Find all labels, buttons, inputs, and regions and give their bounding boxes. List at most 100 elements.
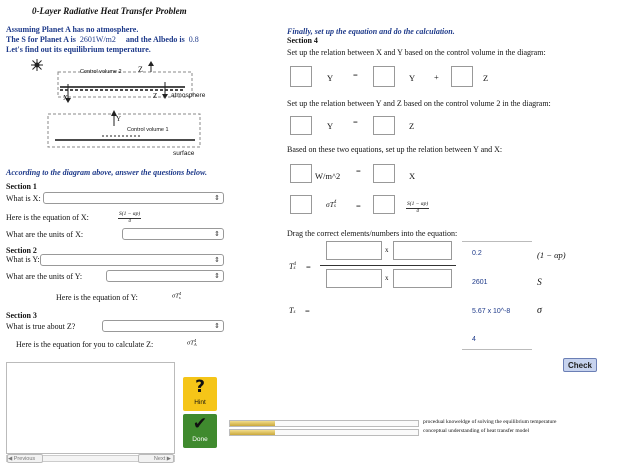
relation-y1: Y <box>327 73 334 83</box>
units-y-label: What are the units of Y: <box>6 272 83 281</box>
question-y-label: What is Y: <box>6 255 40 264</box>
tile-4[interactable]: 4 <box>472 336 476 343</box>
hint-button[interactable]: ? Hint <box>183 377 217 411</box>
ts-symbol: Ts <box>289 306 296 315</box>
intro-line2: The S for Planet A is 2601W/m2 and the A… <box>6 35 199 44</box>
relation-xy-prompt: Set up the relation between X and Y base… <box>287 48 546 57</box>
y-select[interactable]: ⇕ <box>40 254 224 266</box>
drop-box-y4[interactable] <box>290 195 312 214</box>
tile-s[interactable]: S <box>537 278 542 288</box>
relation-z1: Z <box>483 73 489 83</box>
progress-label-procedural: procedual knoweldge of solving the equil… <box>423 419 557 425</box>
heat-transfer-diagram: Control volume 2 Z X Z atmosphere Y Cont… <box>30 58 220 163</box>
fraction-x: S(1 − αp) 4 <box>406 201 430 214</box>
diagram-z-top: Z <box>138 65 143 74</box>
equals-sign-3: = <box>356 166 361 176</box>
diagram-x: X <box>63 94 69 102</box>
intro-line1: Assuming Planet A has no atmosphere. <box>6 25 139 34</box>
tile-divider <box>462 241 532 242</box>
equation-x: S(1 − αp) 4 <box>118 211 142 224</box>
tile-one-minus-albedo[interactable]: (1 − αp) <box>537 250 566 260</box>
feedback-textarea[interactable] <box>6 362 175 454</box>
chevron-updown-icon: ⇕ <box>214 230 220 238</box>
hint-label: Hint <box>194 399 206 406</box>
equals-sign-1: = <box>353 70 358 80</box>
drop-box-z2[interactable] <box>373 116 395 135</box>
drop-slot-2[interactable] <box>393 241 452 260</box>
equation-z-label: Here is the equation for you to calculat… <box>16 340 154 349</box>
drop-box-x3[interactable] <box>373 195 395 214</box>
fraction-bar <box>320 265 456 266</box>
relation-x1: X <box>409 171 416 181</box>
progress-fill <box>230 421 276 426</box>
units-x-select[interactable]: ⇕ <box>122 228 224 240</box>
chevron-updown-icon: ⇕ <box>214 256 220 264</box>
previous-button[interactable]: ◀ Previous <box>7 454 43 463</box>
drop-box-y2[interactable] <box>290 116 312 135</box>
drop-box-y1[interactable] <box>373 66 395 87</box>
done-label: Done <box>192 436 208 443</box>
drop-box-z1[interactable] <box>451 66 473 87</box>
equals-sign-5: = <box>306 262 311 272</box>
equals-sign-4: = <box>356 201 361 211</box>
relation-y3: Y <box>327 121 334 131</box>
section4-title: Section 4 <box>287 36 318 45</box>
chevron-updown-icon: ⇕ <box>214 322 220 330</box>
x-select[interactable]: ⇕ <box>43 192 224 204</box>
diagram-y: Y <box>116 115 122 123</box>
units-x-label: What are the units of X: <box>6 230 84 239</box>
relation-yz-prompt: Set up the relation between Y and Z base… <box>287 99 551 108</box>
drag-prompt: Drag the correct elements/numbers into t… <box>287 229 458 238</box>
drop-slot-1[interactable] <box>326 241 382 260</box>
z-select[interactable]: ⇕ <box>102 320 224 332</box>
question-z-label: What is true about Z? <box>6 322 76 331</box>
control-volume-2-label: Control volume 2 <box>80 69 122 75</box>
questions-intro: According to the diagram above, answer t… <box>6 168 208 177</box>
equals-sign-6: = <box>305 306 310 316</box>
units-y-select[interactable]: ⇕ <box>106 270 224 282</box>
done-button[interactable]: ✔ Done <box>183 414 217 448</box>
finally-heading: Finally, set up the equation and do the … <box>287 27 455 36</box>
progress-bar-conceptual <box>229 429 419 436</box>
progress-label-conceptual: conceptual understanding of heat transfe… <box>423 428 530 434</box>
diagram-z-mid: Z <box>153 92 158 100</box>
equation-x-label: Here is the equation of X: <box>6 213 89 222</box>
equation-y: σT 4 s <box>172 291 182 300</box>
chevron-updown-icon: ⇕ <box>214 272 220 280</box>
diagram-svg <box>31 59 201 148</box>
question-mark-icon: ? <box>195 377 205 397</box>
ts4-symbol: T4s <box>289 261 296 272</box>
progress-bar-procedural <box>229 420 419 427</box>
chevron-updown-icon: ⇕ <box>214 194 220 202</box>
relation-y2: Y <box>409 73 416 83</box>
progress-fill <box>230 430 276 435</box>
tile-sigma-value[interactable]: 5.67 x 10^-8 <box>472 308 510 315</box>
section1-title: Section 1 <box>6 182 37 191</box>
check-button[interactable]: Check <box>563 358 597 372</box>
drop-slot-4[interactable] <box>393 269 452 288</box>
surface-label: surface <box>173 150 195 157</box>
sun-icon <box>31 59 43 71</box>
control-volume-1-label: Control volume 1 <box>127 127 169 133</box>
drop-box-x2[interactable] <box>373 164 395 183</box>
next-button[interactable]: Next ▶ <box>138 454 174 463</box>
section2-title: Section 2 <box>6 246 37 255</box>
tile-divider <box>462 349 532 350</box>
plus-sign: + <box>434 72 439 82</box>
drop-slot-3[interactable] <box>326 269 382 288</box>
drop-box-x1[interactable] <box>290 66 312 87</box>
sigma-ts4: σT 4 s <box>326 199 337 210</box>
intro-line3: Let's find out its equilibrium temperatu… <box>6 45 151 54</box>
relation-yx-prompt: Based on these two equations, set up the… <box>287 145 503 154</box>
tile-2601[interactable]: 2601 <box>472 279 488 286</box>
drop-box-y3[interactable] <box>290 164 312 183</box>
section3-title: Section 3 <box>6 311 37 320</box>
question-x-label: What is X: <box>6 194 41 203</box>
equation-z: σT 4 A <box>187 338 197 347</box>
checkmark-icon: ✔ <box>192 414 208 434</box>
relation-z2: Z <box>409 121 415 131</box>
tile-sigma[interactable]: σ <box>537 305 542 316</box>
tile-0-2[interactable]: 0.2 <box>472 250 482 257</box>
equals-sign-2: = <box>353 117 358 127</box>
page-title: 0-Layer Radiative Heat Transfer Problem <box>32 6 187 16</box>
